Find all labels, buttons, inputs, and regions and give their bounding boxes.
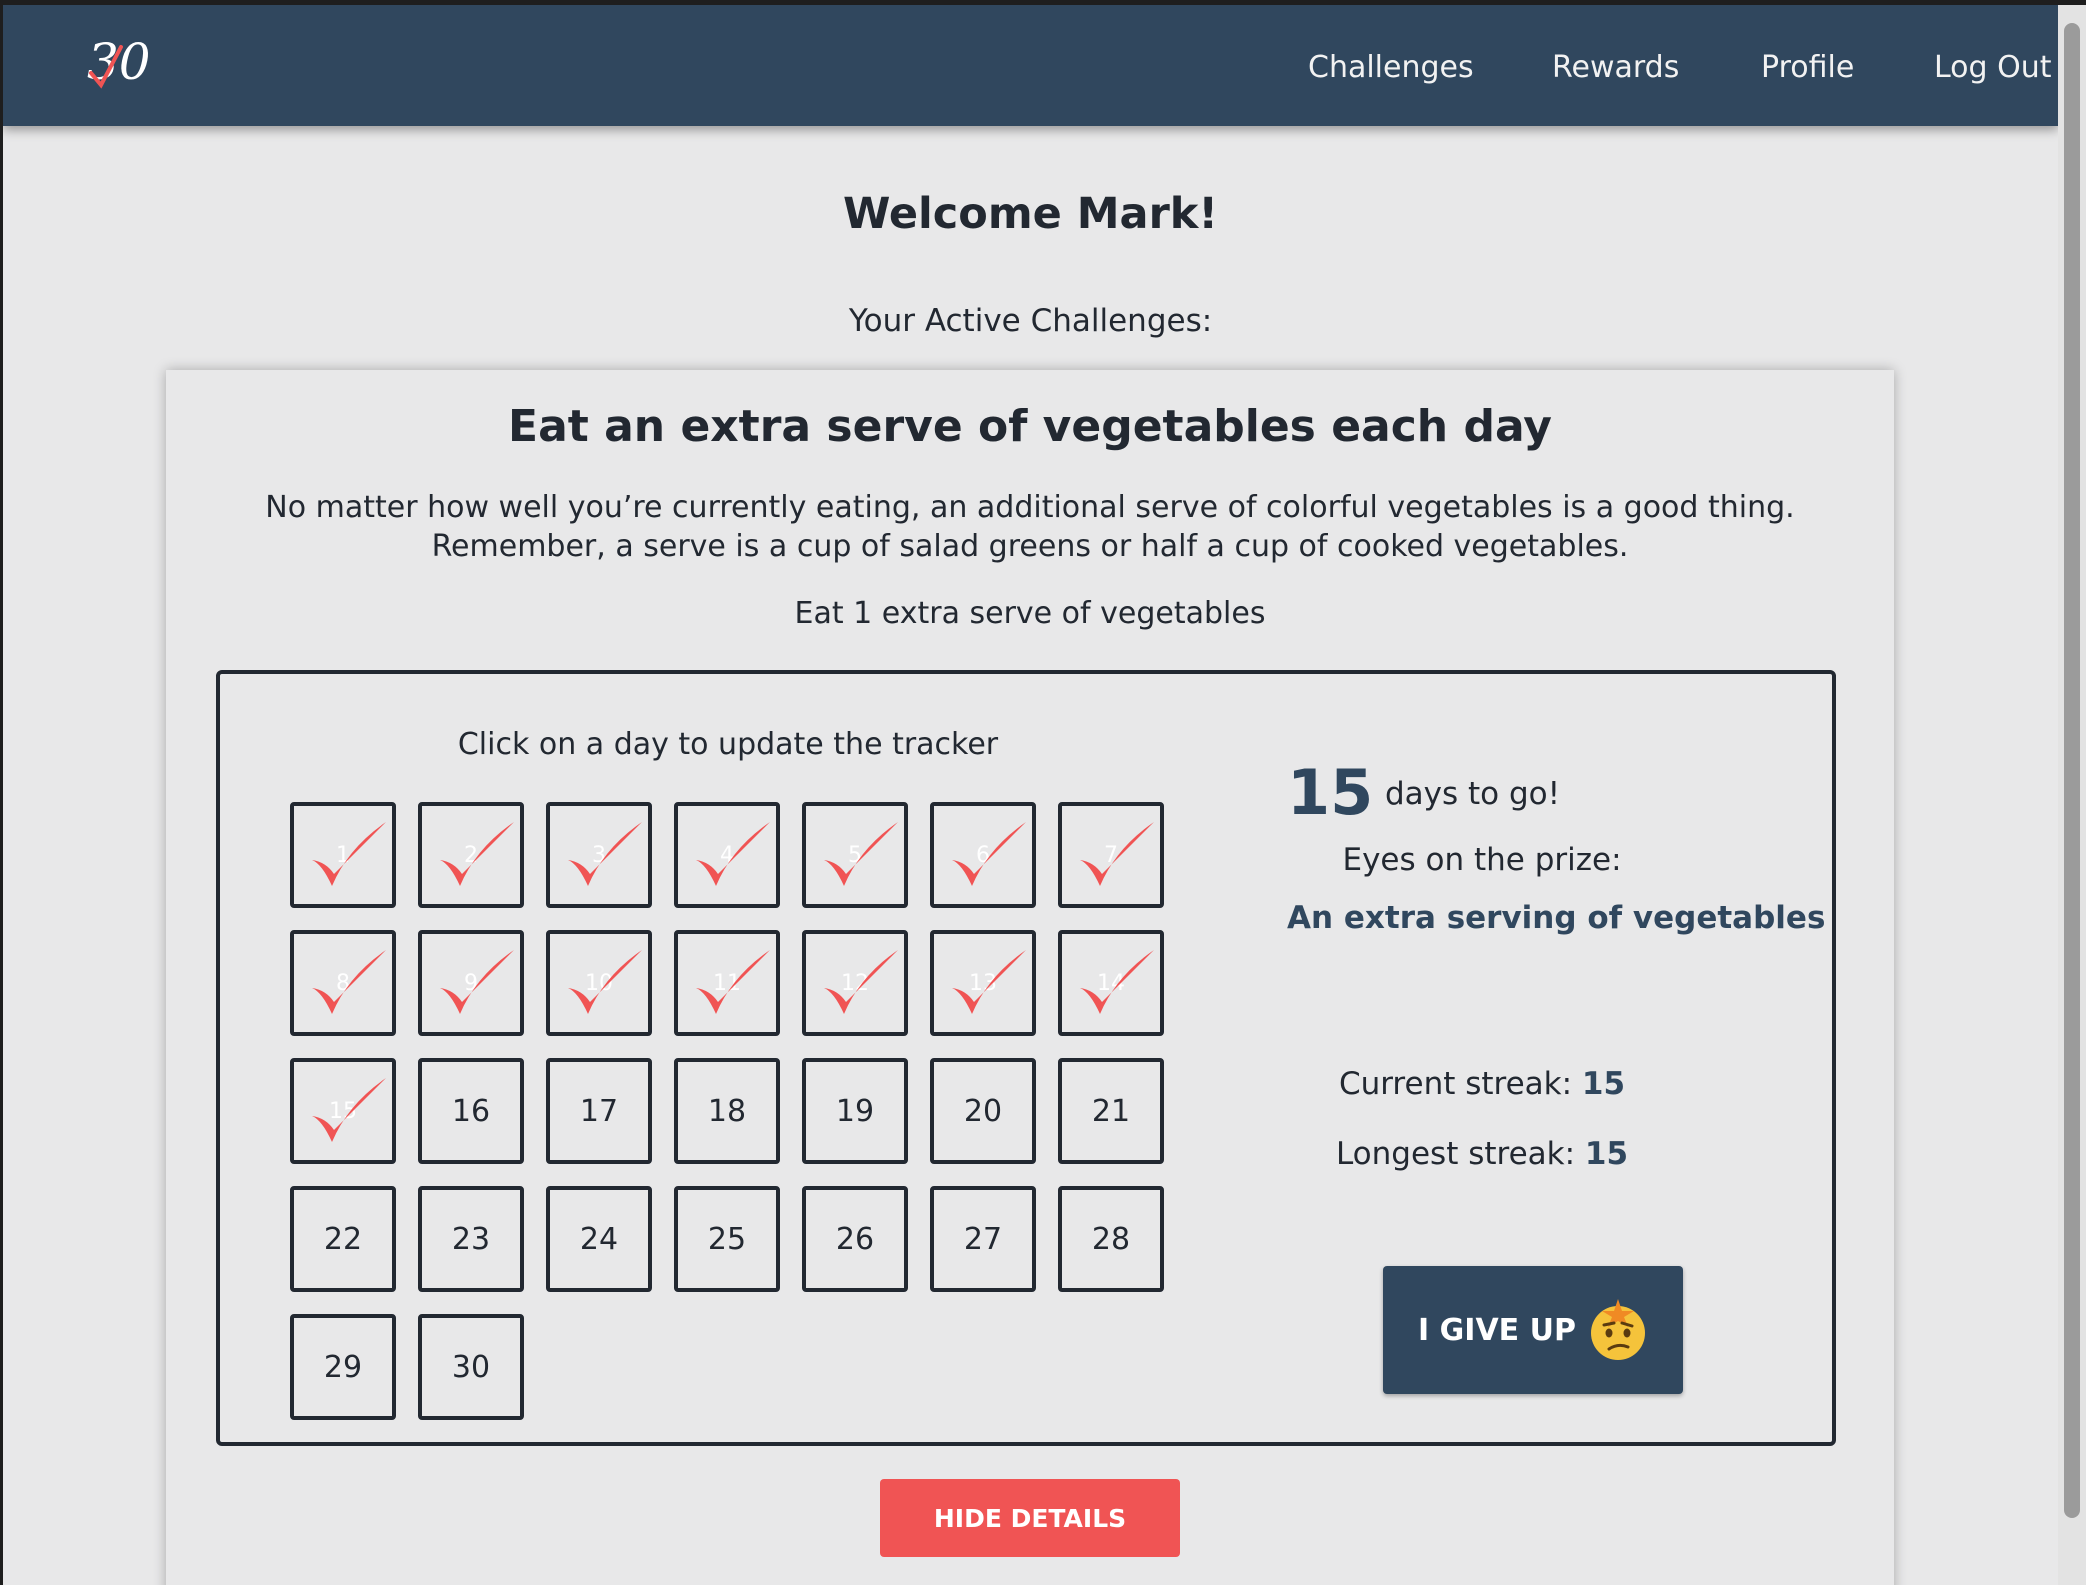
day-21-cell[interactable]: 21 [1058, 1058, 1164, 1164]
challenge-card: Eat an extra serve of vegetables each da… [166, 370, 1894, 1585]
day-number: 24 [579, 1221, 619, 1257]
current-streak-value: 15 [1581, 1066, 1626, 1102]
day-15-cell[interactable]: 15 [290, 1058, 396, 1164]
day-10-cell[interactable]: 10 [546, 930, 652, 1036]
nav-profile-link[interactable]: Profile [1761, 49, 1854, 87]
tracker-instruction: Click on a day to update the tracker [457, 727, 999, 762]
challenge-title: Eat an extra serve of vegetables each da… [508, 401, 1552, 452]
checkmark-icon [952, 950, 1026, 1014]
checkmark-icon [568, 950, 642, 1014]
day-5-cell[interactable]: 5 [802, 802, 908, 908]
checkmark-icon [824, 822, 898, 886]
checkmark-icon [312, 1078, 386, 1142]
active-challenges-label: Your Active Challenges: [848, 303, 1213, 339]
day-8-cell[interactable]: 8 [290, 930, 396, 1036]
day-number: 29 [323, 1349, 363, 1385]
challenge-goal: Eat 1 extra serve of vegetables [794, 596, 1266, 631]
scrollbar-thumb[interactable] [2064, 23, 2080, 1518]
day-22-cell[interactable]: 22 [290, 1186, 396, 1292]
checkmark-icon [568, 822, 642, 886]
checkmark-icon [312, 950, 386, 1014]
day-2-cell[interactable]: 2 [418, 802, 524, 908]
day-20-cell[interactable]: 20 [930, 1058, 1036, 1164]
confused-face-icon [1590, 1299, 1645, 1360]
longest-streak-label: Longest streak: [1335, 1136, 1576, 1172]
day-number: 19 [835, 1093, 875, 1129]
current-streak: Current streak: 15 [1232, 1066, 1732, 1102]
navbar: 30 Challenges Rewards Profile Log Out [3, 5, 2058, 126]
day-14-cell[interactable]: 14 [1058, 930, 1164, 1036]
day-16-cell[interactable]: 16 [418, 1058, 524, 1164]
day-number: 17 [579, 1093, 619, 1129]
progress-summary: 15 days to go! Eyes on the prize: An ext… [1232, 674, 1832, 1444]
longest-streak-value: 15 [1584, 1136, 1629, 1172]
give-up-label: I GIVE UP [1418, 1312, 1576, 1348]
checkmark-icon [440, 950, 514, 1014]
checkmark-icon [440, 822, 514, 886]
day-number: 16 [451, 1093, 491, 1129]
day-12-cell[interactable]: 12 [802, 930, 908, 1036]
checkmark-icon [696, 950, 770, 1014]
current-streak-label: Current streak: [1338, 1066, 1573, 1102]
days-to-go-count: 15 [1287, 756, 1374, 829]
day-9-cell[interactable]: 9 [418, 930, 524, 1036]
longest-streak: Longest streak: 15 [1232, 1136, 1732, 1172]
checkmark-icon [1080, 950, 1154, 1014]
day-26-cell[interactable]: 26 [802, 1186, 908, 1292]
day-number: 23 [451, 1221, 491, 1257]
nav-logout-link[interactable]: Log Out [1934, 49, 2052, 87]
day-11-cell[interactable]: 11 [674, 930, 780, 1036]
day-7-cell[interactable]: 7 [1058, 802, 1164, 908]
day-18-cell[interactable]: 18 [674, 1058, 780, 1164]
checkmark-icon [952, 822, 1026, 886]
day-27-cell[interactable]: 27 [930, 1186, 1036, 1292]
day-23-cell[interactable]: 23 [418, 1186, 524, 1292]
challenge-description: No matter how well you’re currently eati… [265, 490, 1795, 564]
checkmark-icon [824, 950, 898, 1014]
checkmark-icon [696, 822, 770, 886]
hide-details-button[interactable]: HIDE DETAILS [880, 1479, 1180, 1557]
day-17-cell[interactable]: 17 [546, 1058, 652, 1164]
day-13-cell[interactable]: 13 [930, 930, 1036, 1036]
tracker-panel: Click on a day to update the tracker 123… [216, 670, 1836, 1446]
day-29-cell[interactable]: 29 [290, 1314, 396, 1420]
day-24-cell[interactable]: 24 [546, 1186, 652, 1292]
day-4-cell[interactable]: 4 [674, 802, 780, 908]
day-30-cell[interactable]: 30 [418, 1314, 524, 1420]
prize-name: An extra serving of vegetables [1287, 900, 1826, 936]
day-number: 28 [1091, 1221, 1131, 1257]
welcome-heading: Welcome Mark! [843, 189, 1218, 239]
day-6-cell[interactable]: 6 [930, 802, 1036, 908]
day-number: 18 [707, 1093, 747, 1129]
day-number: 25 [707, 1221, 747, 1257]
day-number: 20 [963, 1093, 1003, 1129]
give-up-button[interactable]: I GIVE UP [1383, 1266, 1683, 1394]
day-number: 26 [835, 1221, 875, 1257]
day-25-cell[interactable]: 25 [674, 1186, 780, 1292]
app-window: 30 Challenges Rewards Profile Log Out We… [3, 5, 2058, 1585]
checkmark-icon [1080, 822, 1154, 886]
day-28-cell[interactable]: 28 [1058, 1186, 1164, 1292]
day-number: 22 [323, 1221, 363, 1257]
day-3-cell[interactable]: 3 [546, 802, 652, 908]
day-1-cell[interactable]: 1 [290, 802, 396, 908]
logo-30-icon[interactable]: 30 [83, 27, 153, 93]
checkmark-icon [312, 822, 386, 886]
vertical-scrollbar[interactable] [2058, 5, 2086, 1585]
day-number: 27 [963, 1221, 1003, 1257]
prize-label: Eyes on the prize: [1342, 842, 1622, 878]
day-number: 30 [451, 1349, 491, 1385]
day-number: 21 [1091, 1093, 1131, 1129]
nav-rewards-link[interactable]: Rewards [1552, 49, 1679, 87]
days-to-go-label: days to go! [1385, 776, 1561, 812]
day-19-cell[interactable]: 19 [802, 1058, 908, 1164]
nav-challenges-link[interactable]: Challenges [1308, 49, 1474, 87]
